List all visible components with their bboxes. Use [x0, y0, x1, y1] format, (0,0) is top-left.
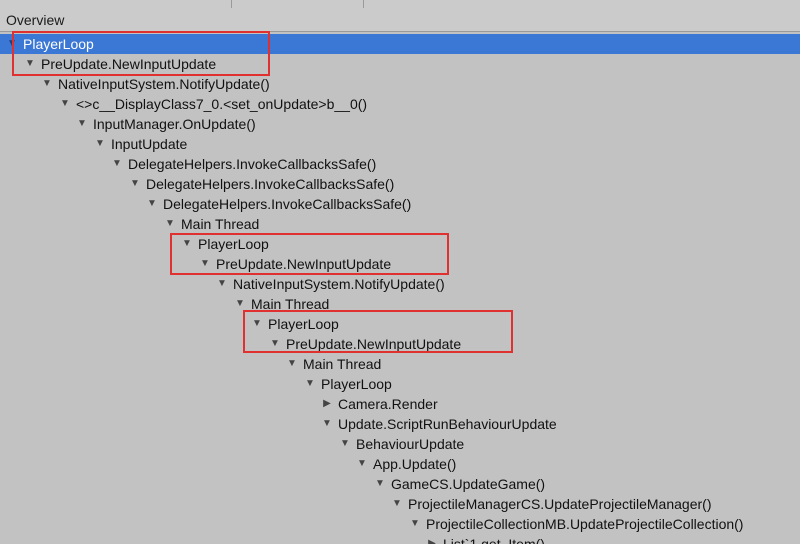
tree-row[interactable]: ▼ DelegateHelpers.InvokeCallbacksSafe() [0, 174, 800, 194]
tree-row-label: PlayerLoop [321, 376, 392, 392]
tree-row-label: List`1.get_Item() [443, 536, 545, 544]
expand-arrow-down-icon[interactable]: ▼ [6, 34, 18, 54]
expand-arrow-down-icon[interactable]: ▼ [199, 254, 211, 274]
tree-row-label: ProjectileManagerCS.UpdateProjectileMana… [408, 496, 712, 512]
tree-row[interactable]: ▼ Update.ScriptRunBehaviourUpdate [0, 414, 800, 434]
tree-row[interactable]: ▼ ProjectileCollectionMB.UpdateProjectile… [0, 514, 800, 534]
tree-row-label: Update.ScriptRunBehaviourUpdate [338, 416, 557, 432]
tree-row-label: ProjectileCollectionMB.UpdateProjectileC… [426, 516, 744, 532]
expand-arrow-down-icon[interactable]: ▼ [251, 314, 263, 334]
tree-row[interactable]: ▼ PreUpdate.NewInputUpdate [0, 254, 800, 274]
tree-row[interactable]: ▼ PlayerLoop [0, 34, 800, 54]
expand-arrow-down-icon[interactable]: ▼ [94, 134, 106, 154]
tree-row-label: DelegateHelpers.InvokeCallbacksSafe() [128, 156, 377, 172]
tree-row-label: Main Thread [251, 296, 330, 312]
tree-row-label: PreUpdate.NewInputUpdate [216, 256, 392, 272]
expand-arrow-down-icon[interactable]: ▼ [181, 234, 193, 254]
tree-row[interactable]: ▼ DelegateHelpers.InvokeCallbacksSafe() [0, 194, 800, 214]
expand-arrow-down-icon[interactable]: ▼ [409, 514, 421, 534]
expand-arrow-down-icon[interactable]: ▼ [24, 54, 36, 74]
expand-arrow-down-icon[interactable]: ▼ [76, 114, 88, 134]
tree-row[interactable]: ▼ <>c__DisplayClass7_0.<set_onUpdate>b__0… [0, 94, 800, 114]
expand-arrow-down-icon[interactable]: ▼ [234, 294, 246, 314]
tree-row-label: <>c__DisplayClass7_0.<set_onUpdate>b__0(… [76, 96, 368, 112]
tree-row[interactable]: ▼ DelegateHelpers.InvokeCallbacksSafe() [0, 154, 800, 174]
expand-arrow-down-icon[interactable]: ▼ [216, 274, 228, 294]
column-divider[interactable] [363, 0, 364, 8]
tree-row[interactable]: ▼ NativeInputSystem.NotifyUpdate() [0, 274, 800, 294]
tree-row[interactable]: ▼ Main Thread [0, 294, 800, 314]
tree-row[interactable]: ▼ GameCS.UpdateGame() [0, 474, 800, 494]
tree-row[interactable]: ▼ PreUpdate.NewInputUpdate [0, 54, 800, 74]
tree-row-label: PlayerLoop [23, 36, 94, 52]
expand-arrow-down-icon[interactable]: ▼ [269, 334, 281, 354]
tree-row-label: DelegateHelpers.InvokeCallbacksSafe() [163, 196, 412, 212]
tree-row[interactable]: ▼ PlayerLoop [0, 234, 800, 254]
overview-header: Overview [0, 0, 800, 32]
tree-row-label: PlayerLoop [198, 236, 269, 252]
tree-row[interactable]: ▼ BehaviourUpdate [0, 434, 800, 454]
tree-row[interactable]: ▼ InputUpdate [0, 134, 800, 154]
profiler-overview-panel: Overview ▼ PlayerLoop ▼ PreUpdate.NewInputU… [0, 0, 800, 544]
tree-row-label: BehaviourUpdate [356, 436, 465, 452]
tree-row-label: App.Update() [373, 456, 457, 472]
expand-arrow-down-icon[interactable]: ▼ [374, 474, 386, 494]
expand-arrow-down-icon[interactable]: ▼ [59, 94, 71, 114]
tree-row[interactable]: ▼ App.Update() [0, 454, 800, 474]
tree-row[interactable]: ▼ InputManager.OnUpdate() [0, 114, 800, 134]
tree-row[interactable]: ▼ ProjectileManagerCS.UpdateProjectileMan… [0, 494, 800, 514]
tree-row-label: InputUpdate [111, 136, 188, 152]
tree-row[interactable]: ▼ PlayerLoop [0, 374, 800, 394]
expand-arrow-down-icon[interactable]: ▼ [339, 434, 351, 454]
overview-column-label[interactable]: Overview [6, 11, 64, 29]
tree-row[interactable]: ▶ List`1.get_Item() [0, 534, 800, 544]
expand-arrow-down-icon[interactable]: ▼ [111, 154, 123, 174]
expand-arrow-down-icon[interactable]: ▼ [164, 214, 176, 234]
expand-arrow-down-icon[interactable]: ▼ [391, 494, 403, 514]
tree-row-label: PreUpdate.NewInputUpdate [286, 336, 462, 352]
tree-row-label: Main Thread [303, 356, 382, 372]
tree-row[interactable]: ▼ PreUpdate.NewInputUpdate [0, 334, 800, 354]
tree-row-label: NativeInputSystem.NotifyUpdate() [233, 276, 445, 292]
tree-row[interactable]: ▼ Main Thread [0, 214, 800, 234]
tree-row[interactable]: ▶ Camera.Render [0, 394, 800, 414]
collapse-arrow-right-icon[interactable]: ▶ [426, 534, 438, 544]
tree-row-label: NativeInputSystem.NotifyUpdate() [58, 76, 270, 92]
column-divider[interactable] [231, 0, 232, 8]
expand-arrow-down-icon[interactable]: ▼ [146, 194, 158, 214]
expand-arrow-down-icon[interactable]: ▼ [356, 454, 368, 474]
collapse-arrow-right-icon[interactable]: ▶ [321, 394, 333, 414]
tree-row-label: Main Thread [181, 216, 260, 232]
expand-arrow-down-icon[interactable]: ▼ [286, 354, 298, 374]
tree-row-label: PlayerLoop [268, 316, 339, 332]
tree-row-label: GameCS.UpdateGame() [391, 476, 546, 492]
tree-row[interactable]: ▼ PlayerLoop [0, 314, 800, 334]
tree-row-label: InputManager.OnUpdate() [93, 116, 256, 132]
expand-arrow-down-icon[interactable]: ▼ [129, 174, 141, 194]
tree-row-label: Camera.Render [338, 396, 438, 412]
tree-row[interactable]: ▼ NativeInputSystem.NotifyUpdate() [0, 74, 800, 94]
tree-row[interactable]: ▼ Main Thread [0, 354, 800, 374]
expand-arrow-down-icon[interactable]: ▼ [41, 74, 53, 94]
expand-arrow-down-icon[interactable]: ▼ [304, 374, 316, 394]
expand-arrow-down-icon[interactable]: ▼ [321, 414, 333, 434]
tree-row-label: DelegateHelpers.InvokeCallbacksSafe() [146, 176, 395, 192]
tree-row-label: PreUpdate.NewInputUpdate [41, 56, 217, 72]
